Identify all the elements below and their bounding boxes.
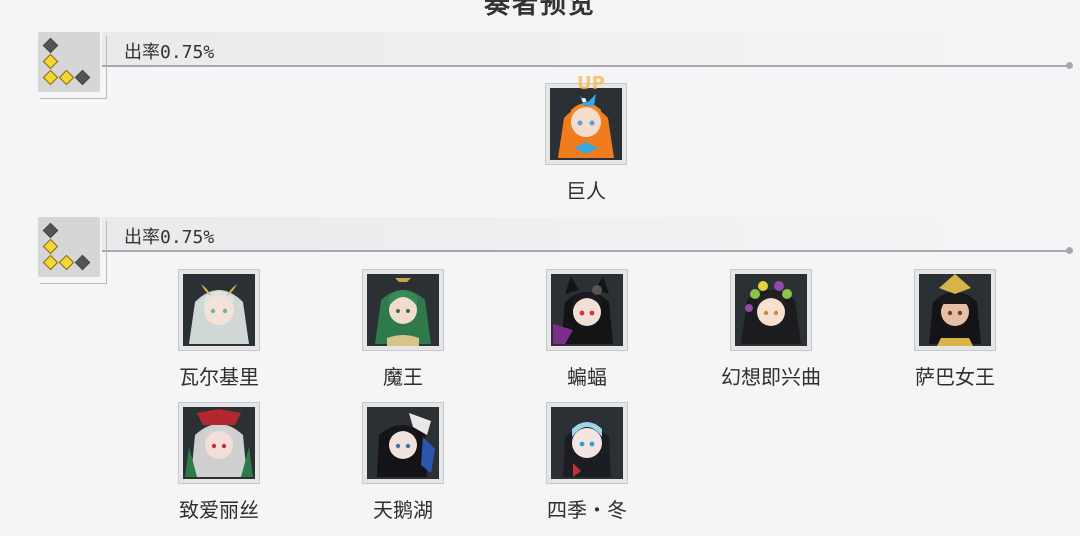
header-band	[102, 32, 1070, 66]
character-name: 致爱丽丝	[179, 498, 259, 522]
character-portrait-icon	[546, 402, 628, 484]
character-portrait-icon	[178, 402, 260, 484]
character-name: 幻想即兴曲	[721, 365, 821, 389]
divider-end-dot	[1066, 62, 1073, 69]
character-portrait-icon	[914, 269, 996, 351]
character-portrait-icon	[178, 269, 260, 351]
header-band	[102, 217, 1070, 251]
rarity-diamonds-icon	[38, 32, 100, 92]
character-portrait-icon	[362, 402, 444, 484]
character-name: 蝙蝠	[567, 365, 607, 389]
rate-label: 出率0.75%	[124, 227, 215, 248]
page-title: 奏者预览	[483, 0, 596, 20]
rarity-diamonds-icon	[38, 217, 100, 277]
character-name: 萨巴女王	[915, 365, 995, 389]
divider-end-dot	[1066, 247, 1073, 254]
character-name: 巨人	[566, 179, 606, 203]
character-portrait-icon	[730, 269, 812, 351]
up-badge: UP	[577, 73, 605, 94]
divider	[102, 65, 1070, 67]
character-name: 魔王	[383, 365, 423, 389]
character-portrait-icon	[545, 83, 627, 165]
character-name: 四季・冬	[547, 498, 627, 522]
character-name: 天鹅湖	[373, 498, 433, 522]
character-portrait-icon	[546, 269, 628, 351]
character-portrait-icon	[362, 269, 444, 351]
character-name: 瓦尔基里	[179, 365, 259, 389]
divider	[102, 250, 1070, 252]
rate-label: 出率0.75%	[124, 42, 215, 63]
